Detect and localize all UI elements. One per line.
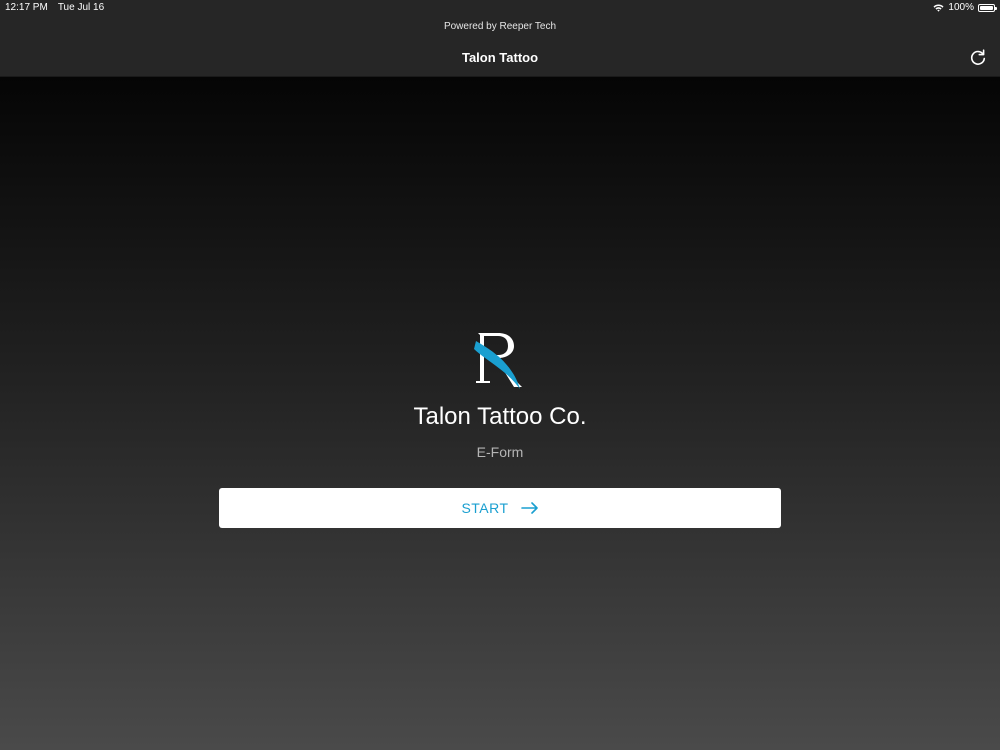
- status-left: 12:17 PM Tue Jul 16: [5, 0, 104, 16]
- status-date: Tue Jul 16: [57, 2, 105, 13]
- brand-name: Talon Tattoo Co.: [413, 403, 587, 430]
- battery-icon: [978, 4, 997, 12]
- form-label: E-Form: [476, 444, 524, 460]
- nav-title: Talon Tattoo: [461, 50, 539, 65]
- refresh-icon: [970, 49, 986, 65]
- status-bar: 12:17 PM Tue Jul 16 100%: [0, 0, 1000, 16]
- powered-by-text: Powered by Reeper Tech: [443, 21, 557, 32]
- status-right: 100%: [933, 0, 997, 16]
- battery-fill: [980, 6, 993, 10]
- wifi-icon: [933, 4, 944, 12]
- nav-bar: Powered by Reeper Tech Talon Tattoo: [0, 16, 1000, 77]
- start-button[interactable]: START: [219, 488, 781, 528]
- battery-percent: 100%: [948, 2, 974, 13]
- main-content: Talon Tattoo Co. E-Form START: [0, 77, 1000, 750]
- talon-r-logo: [474, 333, 522, 389]
- start-button-label: START: [461, 500, 509, 516]
- app-screen: 12:17 PM Tue Jul 16 100% Powered by Reep…: [0, 0, 1000, 750]
- refresh-button[interactable]: [968, 48, 988, 68]
- status-time: 12:17 PM: [5, 2, 48, 13]
- arrow-right-icon: [520, 502, 538, 514]
